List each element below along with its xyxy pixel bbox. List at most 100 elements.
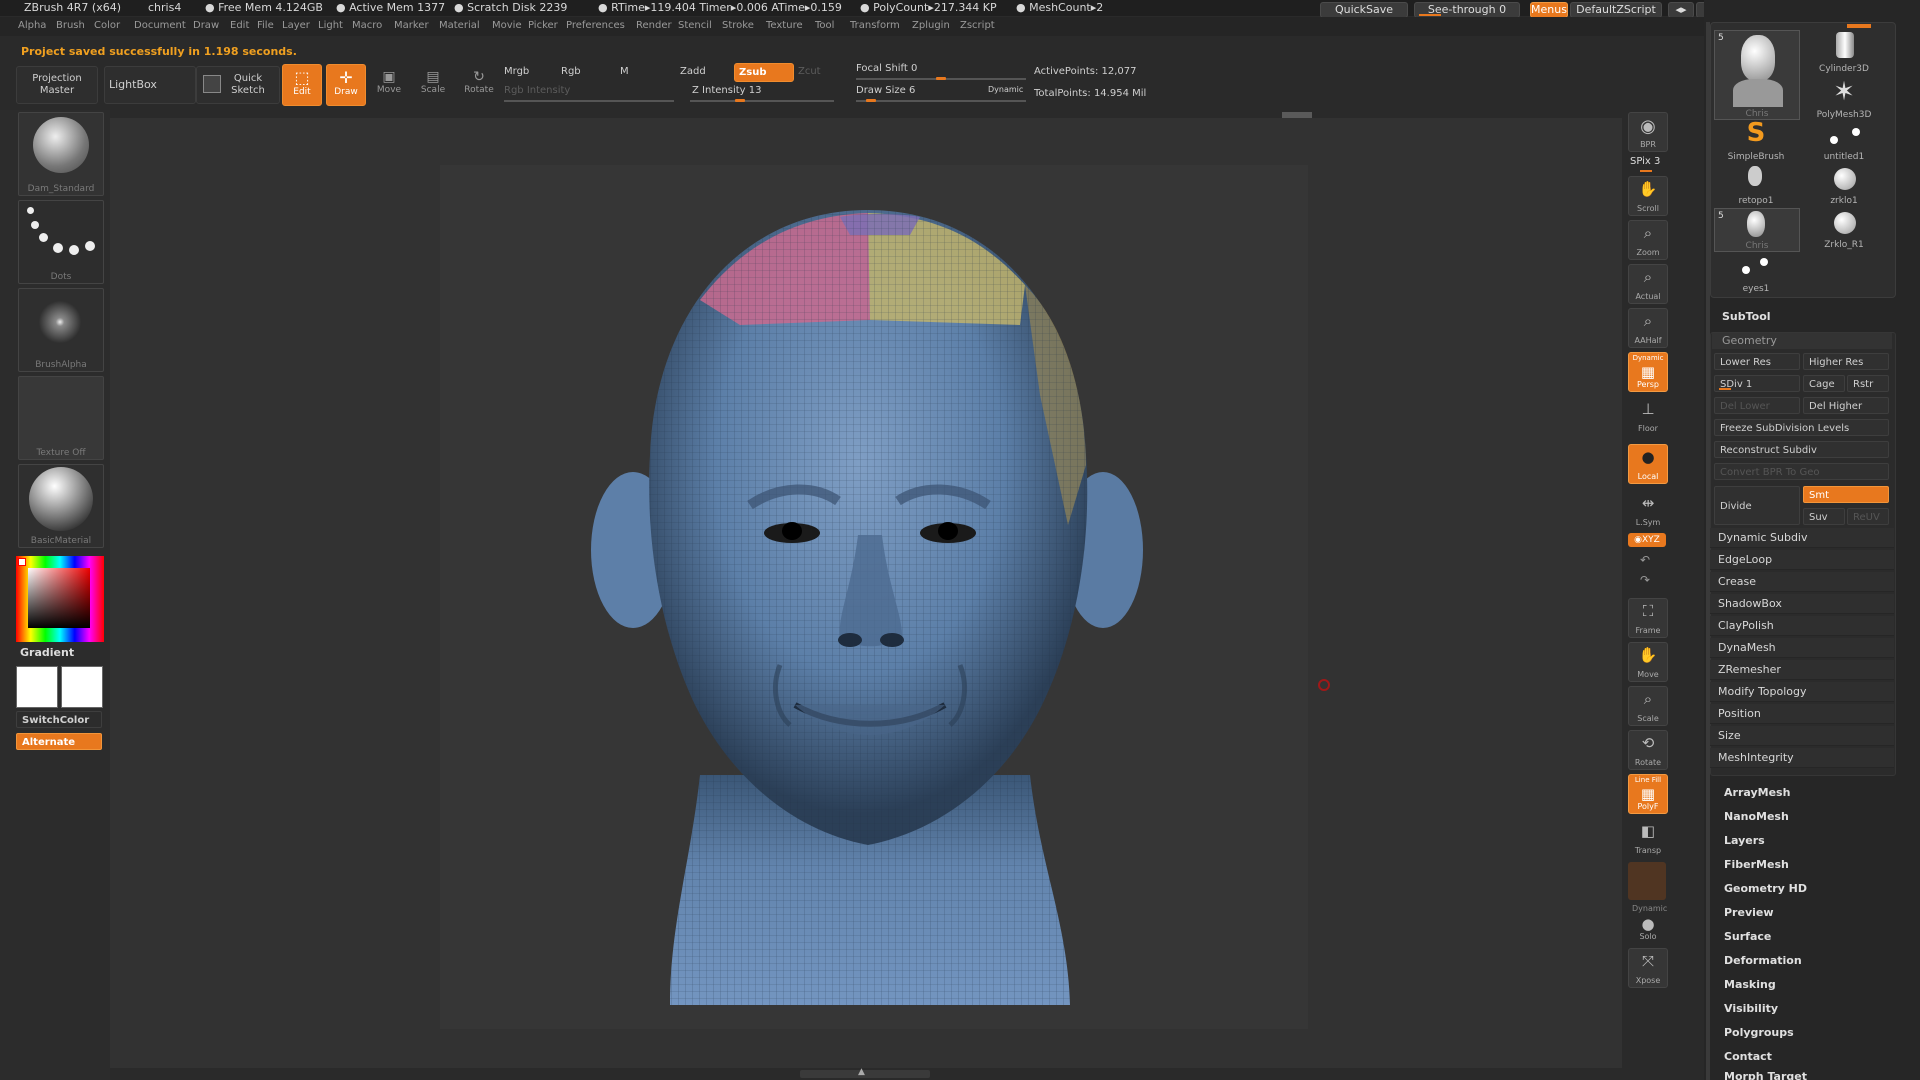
solo-button[interactable]: ● Solo [1628, 914, 1668, 944]
preview-menu[interactable]: Preview [1724, 906, 1774, 919]
polyf-button[interactable]: Line Fill ▦ PolyF [1628, 774, 1668, 814]
switch-color-button[interactable]: SwitchColor [16, 711, 102, 728]
z-intensity-track[interactable] [690, 100, 834, 102]
color-picker[interactable] [16, 556, 104, 642]
dynamesh-section[interactable]: DynaMesh [1710, 638, 1894, 658]
zadd-button[interactable]: Zadd [680, 66, 706, 77]
subtool-eyes1[interactable]: eyes1 [1714, 252, 1798, 294]
actual-button[interactable]: ⌕ Actual [1628, 264, 1668, 304]
lsym-button[interactable]: ⇹ L.Sym [1628, 490, 1668, 530]
rgb-intensity-slider[interactable]: Rgb Intensity [504, 85, 570, 96]
document-canvas[interactable] [440, 165, 1308, 1029]
zoom-button[interactable]: ⌕ Zoom [1628, 220, 1668, 260]
lightbox-button[interactable]: LightBox [104, 66, 196, 104]
polygroups-menu[interactable]: Polygroups [1724, 1026, 1794, 1039]
rstr-button[interactable]: Rstr [1847, 375, 1889, 392]
alpha-slot[interactable]: BrushAlpha [18, 288, 104, 372]
menu-stencil[interactable]: Stencil [678, 20, 712, 31]
draw-size-track[interactable] [856, 100, 1026, 102]
subtool-untitled1[interactable]: untitled1 [1802, 122, 1886, 162]
menu-picker[interactable]: Picker [528, 20, 558, 31]
rotate-view-button[interactable]: ⟲ Rotate [1628, 730, 1668, 770]
subtool-scroll-knob[interactable] [1847, 24, 1871, 28]
menu-texture[interactable]: Texture [766, 20, 803, 31]
focal-shift-knob[interactable] [936, 77, 946, 80]
sdiv-slider[interactable]: SDiv 1 [1714, 375, 1800, 392]
geometry-hd-menu[interactable]: Geometry HD [1724, 882, 1807, 895]
default-zscript-button[interactable]: DefaultZScript [1570, 2, 1662, 18]
z-intensity-slider[interactable]: Z Intensity 13 [692, 85, 761, 96]
quicksave-button[interactable]: QuickSave [1320, 2, 1408, 18]
spix-slider[interactable]: SPix 3 [1630, 156, 1660, 167]
dynamic-subdiv-section[interactable]: Dynamic Subdiv [1710, 528, 1894, 548]
main-color-swatch[interactable] [16, 666, 58, 708]
zcut-button[interactable]: Zcut [798, 66, 821, 77]
projection-master-button[interactable]: Projection Master [16, 66, 98, 104]
menu-light[interactable]: Light [318, 20, 343, 31]
higher-res-button[interactable]: Higher Res [1803, 353, 1889, 370]
alternate-button[interactable]: Alternate [16, 733, 102, 750]
subtool-cylinder3d[interactable]: Cylinder3D [1802, 30, 1886, 74]
bpr-button[interactable]: ◉ BPR [1628, 112, 1668, 152]
bottom-tray-handle[interactable]: ▲ [800, 1067, 930, 1078]
menu-layer[interactable]: Layer [282, 20, 310, 31]
zsub-button[interactable]: Zsub [734, 63, 794, 82]
scale-button[interactable]: ▤ Scale [416, 64, 450, 106]
spix-knob[interactable] [1640, 170, 1652, 172]
menu-stroke[interactable]: Stroke [722, 20, 754, 31]
smt-toggle[interactable]: Smt [1803, 486, 1889, 503]
menu-document[interactable]: Document [134, 20, 186, 31]
subtool-retopo1[interactable]: retopo1 [1714, 164, 1798, 206]
menus-button[interactable]: Menus [1530, 2, 1568, 18]
menu-preferences[interactable]: Preferences [566, 20, 625, 31]
menu-marker[interactable]: Marker [394, 20, 429, 31]
color-square[interactable] [28, 568, 90, 628]
visibility-menu[interactable]: Visibility [1724, 1002, 1778, 1015]
menu-zplugin[interactable]: Zplugin [912, 20, 950, 31]
menu-brush[interactable]: Brush [56, 20, 85, 31]
dynamic-toggle[interactable]: Dynamic [988, 85, 1023, 94]
subtool-zrklo-r1[interactable]: Zrklo_R1 [1802, 208, 1886, 250]
position-section[interactable]: Position [1710, 704, 1894, 724]
freeze-subdiv-button[interactable]: Freeze SubDivision Levels [1714, 419, 1889, 436]
brush-slot[interactable]: Dam_Standard [18, 112, 104, 196]
m-button[interactable]: M [620, 66, 629, 77]
z-intensity-knob[interactable] [735, 99, 745, 102]
lower-res-button[interactable]: Lower Res [1714, 353, 1800, 370]
subtool-chris-1[interactable]: 5 Chris [1714, 30, 1800, 120]
masking-menu[interactable]: Masking [1724, 978, 1776, 991]
deformation-menu[interactable]: Deformation [1724, 954, 1802, 967]
subtool-header[interactable]: SubTool [1722, 310, 1771, 323]
color-marker[interactable] [18, 558, 26, 566]
rotate-axis-icon-1[interactable]: ↶ [1640, 553, 1650, 567]
edit-button[interactable]: ⬚ Edit [282, 64, 322, 106]
menu-material[interactable]: Material [439, 20, 480, 31]
fibermesh-menu[interactable]: FiberMesh [1724, 858, 1789, 871]
subtool-zrklo1[interactable]: zrklo1 [1802, 164, 1886, 206]
subtool-chris-2[interactable]: 5 Chris [1714, 208, 1800, 252]
menu-file[interactable]: File [257, 20, 274, 31]
stroke-slot[interactable]: Dots [18, 200, 104, 284]
del-lower-button[interactable]: Del Lower [1714, 397, 1800, 414]
texture-slot[interactable]: Texture Off [18, 376, 104, 460]
rgb-button[interactable]: Rgb [561, 66, 581, 77]
local-button[interactable]: ● Local [1628, 444, 1668, 484]
rotate-button[interactable]: ↻ Rotate [460, 64, 498, 106]
move-view-button[interactable]: ✋ Move [1628, 642, 1668, 682]
crease-section[interactable]: Crease [1710, 572, 1894, 592]
transp-button[interactable]: ◧ Transp [1628, 818, 1668, 858]
zremesher-section[interactable]: ZRemesher [1710, 660, 1894, 680]
frame-button[interactable]: ⛶ Frame [1628, 598, 1668, 638]
edgeloop-section[interactable]: EdgeLoop [1710, 550, 1894, 570]
convert-bpr-button[interactable]: Convert BPR To Geo [1714, 463, 1889, 480]
menu-draw[interactable]: Draw [193, 20, 219, 31]
scroll-button[interactable]: ✋ Scroll [1628, 176, 1668, 216]
secondary-color-swatch[interactable] [61, 666, 103, 708]
cage-button[interactable]: Cage [1803, 375, 1845, 392]
geometry-header[interactable]: Geometry [1712, 333, 1892, 349]
menu-render[interactable]: Render [636, 20, 672, 31]
gradient-label[interactable]: Gradient [20, 646, 74, 659]
rgb-intensity-track[interactable] [504, 100, 674, 102]
subtool-polymesh3d[interactable]: ✶ PolyMesh3D [1802, 78, 1886, 120]
menu-color[interactable]: Color [94, 20, 120, 31]
